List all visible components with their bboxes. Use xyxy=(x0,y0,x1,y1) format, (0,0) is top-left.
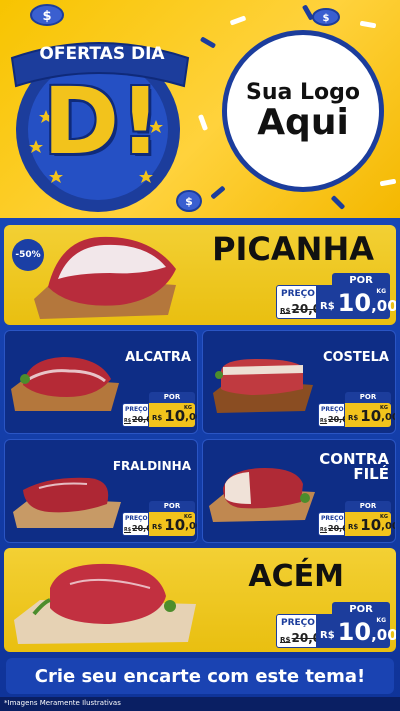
contra-file-image xyxy=(209,468,315,522)
preco-label: PREÇO xyxy=(125,515,148,522)
header-banner: $ $ $ OFERTAS DIA D! Sua Logo Aqui xyxy=(0,0,400,218)
por-label: POR xyxy=(149,392,195,403)
currency: R$ xyxy=(348,414,359,422)
confetti xyxy=(359,20,377,29)
price-integer: 10 xyxy=(360,407,382,425)
ofertas-dia-d-badge: OFERTAS DIA D! xyxy=(6,20,194,216)
confetti xyxy=(197,114,209,131)
confetti xyxy=(199,36,217,49)
price-decimal: ,00 xyxy=(371,626,396,644)
por-label: POR xyxy=(345,392,391,403)
new-price-box: R$ 10 ,00 KG xyxy=(316,614,396,648)
price-integer: 10 xyxy=(337,289,372,317)
unit-label: KG xyxy=(380,514,388,520)
currency: R$ xyxy=(348,523,359,531)
product-name: COSTELA xyxy=(322,350,389,365)
unit-label: KG xyxy=(184,405,192,411)
product-card-picanha: -50% PICANHA POR PREÇO R$20,00 R$ 10 ,00… xyxy=(4,225,396,325)
price-tag: POR PREÇO R$20,00 R$ 10 ,00 KG xyxy=(122,501,197,536)
product-card-fraldinha: FRALDINHA POR PREÇO R$20,00 R$ 10 ,00 KG xyxy=(4,439,198,543)
unit-label: KG xyxy=(376,288,386,295)
preco-label: PREÇO xyxy=(321,515,344,522)
badge-line2: D! xyxy=(42,68,162,175)
currency: R$ xyxy=(320,301,335,312)
product-card-costela: COSTELA POR PREÇO R$20,00 R$ 10 ,00 KG xyxy=(202,330,396,434)
price-integer: 10 xyxy=(164,407,186,425)
confetti xyxy=(210,185,226,200)
preco-label: PREÇO xyxy=(281,618,315,628)
price-decimal: ,00 xyxy=(381,521,395,532)
por-label: POR xyxy=(345,501,391,512)
old-price-box: PREÇO R$20,00 xyxy=(318,512,353,536)
currency: R$ xyxy=(320,630,335,641)
price-tag: POR PREÇO R$20,00 R$ 10 ,00 KG xyxy=(276,602,396,648)
preco-label: PREÇO xyxy=(321,406,344,413)
unit-label: KG xyxy=(380,405,388,411)
coin-icon: $ xyxy=(312,8,340,26)
price-tag: POR PREÇO R$20,00 R$ 10 ,00 KG xyxy=(122,392,197,427)
badge-line1: OFERTAS DIA xyxy=(39,44,165,64)
new-price-box: R$ 10 ,00 KG xyxy=(345,403,395,427)
price-decimal: ,00 xyxy=(371,297,396,315)
price-integer: 10 xyxy=(164,516,186,534)
product-card-alcatra: ALCATRA POR PREÇO R$20,00 R$ 10 ,00 KG xyxy=(4,330,198,434)
preco-label: PREÇO xyxy=(281,289,315,299)
footnote-bar: *Imagens Meramente Ilustrativas xyxy=(0,697,400,711)
old-price-box: PREÇO R$20,00 xyxy=(318,403,353,427)
new-price-box: R$ 10 ,00 KG xyxy=(316,285,396,319)
por-label: POR xyxy=(149,501,195,512)
old-price-box: PREÇO R$20,00 xyxy=(122,512,157,536)
preco-label: PREÇO xyxy=(125,406,148,413)
price-decimal: ,00 xyxy=(185,521,197,532)
cta-text: Crie seu encarte com este tema! xyxy=(34,665,366,687)
fraldinha-image xyxy=(13,477,121,528)
price-tag: POR PREÇO R$20,00 R$ 10 ,00 KG xyxy=(276,273,396,319)
alcatra-image xyxy=(11,357,119,411)
new-price-box: R$ 10 ,00 KG xyxy=(345,512,395,536)
logo-placeholder: Sua Logo Aqui xyxy=(222,30,384,192)
footnote-text: *Imagens Meramente Ilustrativas xyxy=(4,699,121,707)
new-price-box: R$ 10 ,00 KG xyxy=(149,512,197,536)
product-card-acem: ACÉM POR PREÇO R$20,00 R$ 10 ,00 KG xyxy=(4,548,396,652)
price-tag: POR PREÇO R$20,00 R$ 10 ,00 KG xyxy=(318,501,395,536)
product-name: PICANHA xyxy=(212,230,374,268)
logo-line1: Sua Logo xyxy=(245,79,360,105)
costela-image xyxy=(213,359,313,413)
confetti xyxy=(229,15,247,26)
product-name: CONTRA FILÉ xyxy=(319,452,389,482)
confetti xyxy=(379,178,397,187)
acem-image xyxy=(14,563,196,644)
price-tag: POR PREÇO R$20,00 R$ 10 ,00 KG xyxy=(318,392,395,427)
currency: R$ xyxy=(152,414,163,422)
product-name: ACÉM xyxy=(248,559,344,594)
currency: R$ xyxy=(152,523,163,531)
product-card-contra-file: CONTRA FILÉ POR PREÇO R$20,00 R$ 10 ,00 … xyxy=(202,439,396,543)
price-decimal: ,00 xyxy=(185,412,197,423)
product-name: FRALDINHA xyxy=(112,459,191,473)
product-name-line2: FILÉ xyxy=(353,465,389,483)
cta-banner[interactable]: Crie seu encarte com este tema! xyxy=(6,658,394,694)
unit-label: KG xyxy=(376,617,386,624)
old-price-box: PREÇO R$20,00 xyxy=(122,403,157,427)
price-integer: 10 xyxy=(360,516,382,534)
svg-text:$: $ xyxy=(323,13,330,24)
product-name: ALCATRA xyxy=(125,350,191,365)
logo-line2: Aqui xyxy=(257,101,349,143)
price-decimal: ,00 xyxy=(381,412,395,423)
price-integer: 10 xyxy=(337,618,372,646)
new-price-box: R$ 10 ,00 KG xyxy=(149,403,197,427)
picanha-image xyxy=(34,236,176,319)
unit-label: KG xyxy=(184,514,192,520)
confetti xyxy=(330,195,346,210)
